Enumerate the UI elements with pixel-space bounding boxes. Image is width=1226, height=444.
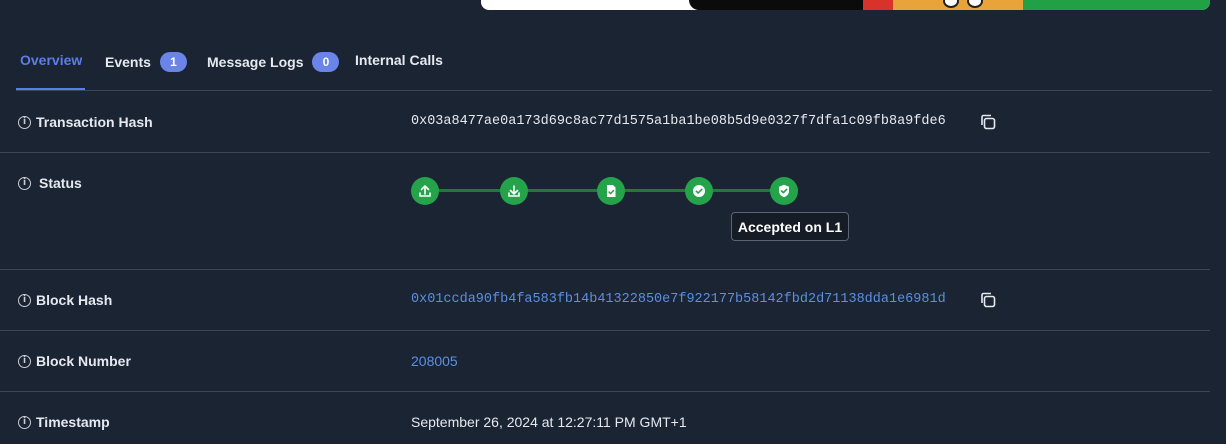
document-check-icon <box>607 185 616 197</box>
banner-dark-segment <box>689 0 879 10</box>
transaction-hash-label: i Transaction Hash <box>18 114 153 130</box>
shield-check-icon <box>779 184 789 198</box>
tab-label: Message Logs <box>207 54 304 70</box>
info-icon[interactable]: i <box>18 176 31 190</box>
copy-icon[interactable] <box>979 291 997 309</box>
tab-label: Events <box>105 54 151 70</box>
tab-events[interactable]: Events 1 <box>105 52 187 72</box>
info-icon[interactable]: i <box>18 415 31 429</box>
status-label: i Status <box>18 175 82 191</box>
banner-artwork <box>863 0 1023 10</box>
status-stepper <box>411 177 801 207</box>
download-icon <box>508 185 520 197</box>
banner-art-eye-left <box>943 0 959 8</box>
step-accepted-l1[interactable] <box>770 177 798 205</box>
label-text: Transaction Hash <box>36 114 153 130</box>
top-banner[interactable] <box>481 0 1210 10</box>
events-count-badge: 1 <box>159 52 187 72</box>
label-text: Status <box>39 175 82 191</box>
step-finalized[interactable] <box>685 177 713 205</box>
status-row: i Status <box>0 153 1210 270</box>
timestamp-label: i Timestamp <box>18 414 110 430</box>
tab-message-logs[interactable]: Message Logs 0 <box>207 52 340 72</box>
label-text: Block Hash <box>36 292 113 308</box>
timestamp-value: September 26, 2024 at 12:27:11 PM GMT+1 <box>411 414 687 430</box>
block-hash-row: i Block Hash 0x01ccda90fb4fa583fb14b4132… <box>0 270 1210 331</box>
check-circle-icon <box>693 185 705 197</box>
tab-label: Overview <box>20 52 83 68</box>
banner-art-eye-right <box>967 0 983 8</box>
tab-overview[interactable]: Overview <box>20 52 82 68</box>
tab-bar: Overview Events 1 Message Logs 0 Interna… <box>16 38 1212 91</box>
block-number-label: i Block Number <box>18 353 131 369</box>
block-hash-label: i Block Hash <box>18 292 112 308</box>
step-pending[interactable] <box>500 177 528 205</box>
status-tooltip: Accepted on L1 <box>731 212 849 241</box>
timestamp-row: i Timestamp September 26, 2024 at 12:27:… <box>0 392 1210 444</box>
block-number-row: i Block Number 208005 <box>0 331 1210 392</box>
copy-icon[interactable] <box>979 113 997 131</box>
upload-icon <box>419 185 431 197</box>
tab-label: Internal Calls <box>355 52 443 68</box>
block-number-link[interactable]: 208005 <box>411 353 458 369</box>
tab-internal-calls[interactable]: Internal Calls <box>355 52 443 68</box>
message-logs-count-badge: 0 <box>312 52 340 72</box>
step-received[interactable] <box>411 177 439 205</box>
label-text: Block Number <box>36 353 131 369</box>
step-accepted-l2[interactable] <box>597 177 625 205</box>
banner-art-red <box>863 0 893 10</box>
info-icon[interactable]: i <box>18 115 31 129</box>
label-text: Timestamp <box>36 414 110 430</box>
active-tab-indicator <box>16 88 85 90</box>
info-icon[interactable]: i <box>18 293 31 307</box>
block-hash-link[interactable]: 0x01ccda90fb4fa583fb14b41322850e7f922177… <box>411 292 946 307</box>
transaction-hash-row: i Transaction Hash 0x03a8477ae0a173d69c8… <box>0 92 1210 153</box>
banner-green-segment <box>1023 0 1210 10</box>
transaction-hash-value: 0x03a8477ae0a173d69c8ac77d1575a1ba1be08b… <box>411 114 946 129</box>
info-icon[interactable]: i <box>18 354 31 368</box>
